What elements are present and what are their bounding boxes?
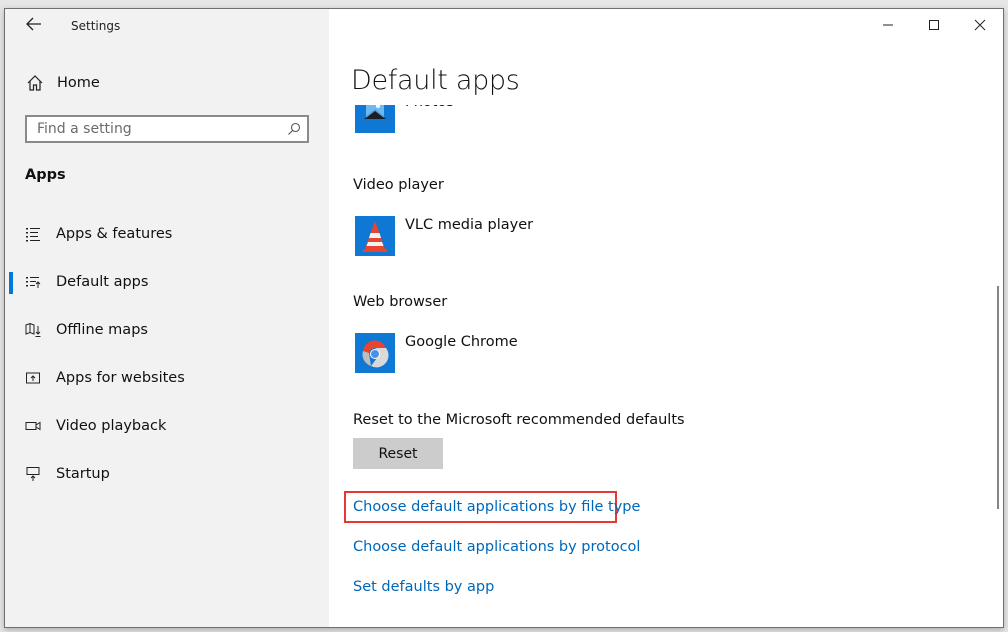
window-title: Settings: [71, 19, 121, 33]
video-player-label: Video player: [353, 177, 444, 193]
chrome-app-icon: [355, 333, 395, 373]
section-title: Apps: [25, 167, 66, 183]
choose-by-protocol-link[interactable]: Choose default applications by protocol: [353, 539, 640, 555]
sidebar-item-label: Offline maps: [56, 322, 148, 338]
sidebar-item-startup[interactable]: Startup: [5, 454, 329, 494]
settings-window: Settings Home Apps Apps & features Defau…: [4, 8, 1004, 628]
sidebar: Settings Home Apps Apps & features Defau…: [5, 9, 329, 627]
photo-viewer-app-name: Photos: [405, 105, 454, 133]
search-box[interactable]: [25, 115, 309, 143]
choose-by-file-type-link[interactable]: Choose default applications by file type: [353, 499, 640, 515]
video-player-app-button[interactable]: VLC media player: [355, 216, 533, 256]
close-button[interactable]: [957, 9, 1003, 41]
close-icon: [974, 19, 986, 31]
web-browser-label: Web browser: [353, 294, 448, 310]
scrollbar-thumb[interactable]: [997, 286, 999, 509]
default-apps-icon: [26, 277, 41, 288]
minimize-button[interactable]: [865, 9, 911, 41]
main-content: Default apps Photos Video player VLC med…: [329, 9, 1003, 627]
back-button[interactable]: [23, 15, 45, 37]
search-icon[interactable]: [287, 122, 301, 136]
sidebar-item-apps-features[interactable]: Apps & features: [5, 214, 329, 254]
home-label: Home: [57, 75, 100, 91]
video-player-app-name: VLC media player: [405, 217, 534, 233]
sidebar-home[interactable]: Home: [25, 72, 100, 94]
sidebar-item-label: Startup: [56, 466, 110, 482]
home-icon: [27, 75, 43, 91]
video-camera-icon: [25, 421, 41, 431]
sidebar-item-label: Apps for websites: [56, 370, 185, 386]
photos-app-icon: [355, 105, 395, 133]
web-browser-app-button[interactable]: Google Chrome: [355, 333, 518, 373]
reset-button[interactable]: Reset: [353, 438, 443, 469]
sidebar-item-label: Video playback: [56, 418, 167, 434]
web-browser-app-name: Google Chrome: [405, 334, 518, 350]
sidebar-item-video-playback[interactable]: Video playback: [5, 406, 329, 446]
sidebar-item-label: Apps & features: [56, 226, 173, 242]
map-download-icon: [25, 322, 41, 337]
set-defaults-by-app-link[interactable]: Set defaults by app: [353, 579, 494, 595]
sidebar-item-default-apps[interactable]: Default apps: [5, 262, 329, 302]
list-icon: [26, 228, 40, 242]
arrow-left-icon: [26, 17, 41, 31]
maximize-icon: [929, 20, 939, 30]
photo-viewer-app-button[interactable]: Photos: [355, 105, 454, 133]
sidebar-item-offline-maps[interactable]: Offline maps: [5, 310, 329, 350]
app-website-icon: [26, 372, 40, 384]
minimize-icon: [883, 24, 893, 26]
reset-label: Reset to the Microsoft recommended defau…: [353, 412, 685, 428]
sidebar-item-label: Default apps: [56, 274, 149, 290]
search-input[interactable]: [27, 117, 277, 141]
page-title: Default apps: [351, 65, 520, 96]
vlc-app-icon: [355, 216, 395, 256]
maximize-button[interactable]: [911, 9, 957, 41]
startup-icon: [26, 467, 40, 481]
sidebar-item-apps-for-websites[interactable]: Apps for websites: [5, 358, 329, 398]
